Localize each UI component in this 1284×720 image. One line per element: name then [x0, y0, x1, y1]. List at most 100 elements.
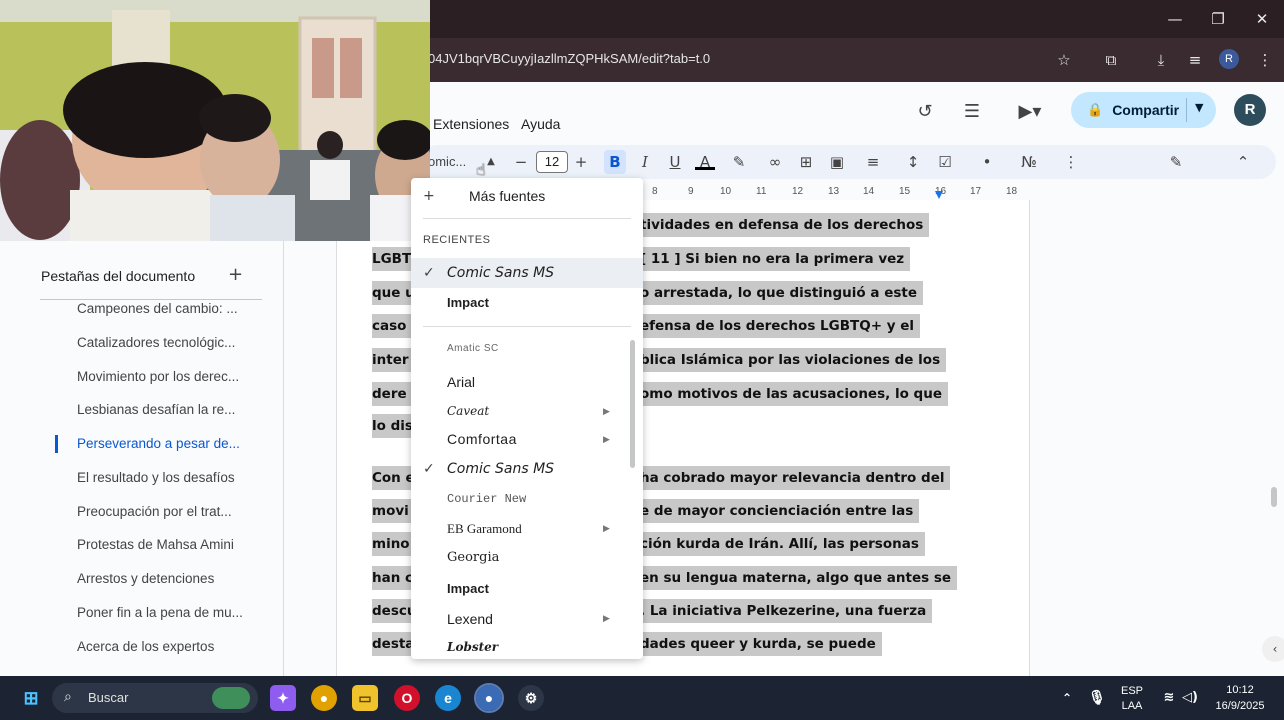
highlight-icon[interactable]: ✎ [728, 150, 750, 174]
font-option[interactable]: Lobster [447, 640, 498, 654]
doc-text-line[interactable]: efensa de los derechos LGBTQ+ y el [640, 314, 921, 338]
text-color-button[interactable]: A [694, 150, 716, 174]
link-icon[interactable]: ∞ [764, 150, 786, 174]
outline-item[interactable]: Acerca de los expertos [77, 639, 214, 654]
edge-icon[interactable]: e [435, 685, 461, 711]
restore-icon[interactable]: ❐ [1207, 8, 1229, 30]
outline-item[interactable]: Preocupación por el trat... [77, 504, 232, 519]
doc-text-line[interactable]: . La iniciativa Pelkezerine, una fuerza [640, 599, 933, 623]
doc-text-line[interactable]: blica Islámica por las violaciones de lo… [640, 348, 947, 372]
outline-item[interactable]: Catalizadores tecnológic... [77, 335, 235, 350]
add-tab-icon[interactable]: + [228, 264, 243, 285]
font-option[interactable]: Comfortaa [447, 431, 517, 447]
language-top[interactable]: ESP [1117, 685, 1147, 697]
font-option[interactable]: Impact [447, 581, 489, 596]
editing-mode-icon[interactable]: ✎ [1165, 150, 1187, 174]
font-selector[interactable]: omic... [428, 154, 466, 169]
more-options-icon[interactable]: ⋮ [1060, 150, 1082, 174]
outline-item[interactable]: Movimiento por los derec... [77, 369, 239, 384]
chrome-active-icon[interactable]: ● [474, 683, 504, 713]
clock-time[interactable]: 10:12 [1208, 684, 1272, 696]
doc-text-line[interactable]: e de mayor concienciación entre las [640, 499, 920, 523]
taskbar-search[interactable]: ⌕ Buscar [52, 683, 258, 713]
media-icon[interactable]: ≡ [1184, 49, 1206, 71]
doc-text-line[interactable]: mino [372, 532, 416, 556]
font-option[interactable]: Lexend [447, 611, 493, 627]
line-spacing-icon[interactable]: ↕ [902, 150, 924, 174]
outline-item[interactable]: Lesbianas desafían la re... [77, 402, 235, 417]
increase-size-icon[interactable]: + [570, 150, 592, 174]
menu-extensiones[interactable]: Extensiones [433, 116, 509, 132]
close-icon[interactable]: ✕ [1251, 8, 1273, 30]
align-icon[interactable]: ≡ [862, 150, 884, 174]
comments-icon[interactable]: ☰ [959, 99, 985, 125]
start-icon[interactable]: ⊞ [18, 685, 44, 711]
outline-item[interactable]: Arrestos y detenciones [77, 571, 214, 586]
chrome-icon[interactable]: ● [311, 685, 337, 711]
menu-ayuda[interactable]: Ayuda [521, 116, 560, 132]
outline-item[interactable]: Campeones del cambio: ... [77, 301, 238, 316]
opera-icon[interactable]: O [394, 685, 420, 711]
extensions-icon[interactable]: ⧉ [1100, 49, 1122, 71]
font-option[interactable]: Georgia [447, 550, 499, 565]
bookmark-star-icon[interactable]: ☆ [1053, 49, 1075, 71]
doc-text-line[interactable]: tividades en defensa de los derechos [640, 213, 930, 237]
outline-item-active[interactable]: Perseverando a pesar de... [77, 436, 240, 451]
account-avatar[interactable]: R [1234, 94, 1266, 126]
font-option[interactable]: EB Garamond [447, 521, 522, 537]
bullet-list-icon[interactable]: • [976, 150, 998, 174]
decrease-size-icon[interactable]: − [510, 150, 532, 174]
doc-text-line[interactable]: ha cobrado mayor relevancia dentro del [640, 466, 951, 490]
doc-text-line[interactable]: en su lengua materna, algo que antes se [640, 566, 958, 590]
minimize-icon[interactable]: — [1164, 8, 1186, 30]
app-icon[interactable]: ⚙ [518, 685, 544, 711]
share-button[interactable]: 🔒 Compartir ▼ [1071, 92, 1216, 128]
doc-text-line[interactable]: [ 11 ] Si bien no era la primera vez [640, 247, 911, 271]
clock-date[interactable]: 16/9/2025 [1208, 700, 1272, 712]
language-bottom[interactable]: LAA [1117, 700, 1147, 712]
doc-text-line[interactable]: omo motivos de las acusaciones, lo que [640, 382, 948, 406]
collapse-toolbar-icon[interactable]: ⌃ [1232, 150, 1254, 174]
microphone-icon[interactable]: 🎙 [1084, 685, 1110, 711]
volume-icon[interactable]: ◁) [1177, 685, 1203, 711]
numbered-list-icon[interactable]: № [1018, 150, 1040, 174]
menu-scrollbar[interactable] [630, 340, 635, 468]
outline-item[interactable]: El resultado y los desafíos [77, 470, 235, 485]
font-size-input[interactable]: 12 [536, 151, 568, 173]
add-comment-icon[interactable]: ⊞ [795, 150, 817, 174]
side-panel-toggle-icon[interactable]: ‹ [1262, 636, 1284, 662]
outline-item[interactable]: Poner fin a la pena de mu... [77, 605, 243, 620]
font-option[interactable]: Arial [447, 374, 475, 390]
copilot-icon[interactable]: ✦ [270, 685, 296, 711]
doc-text-line[interactable]: dades queer y kurda, se puede [640, 632, 882, 656]
bold-button[interactable]: B [604, 150, 626, 174]
font-option[interactable]: Courier New [447, 492, 526, 506]
meet-icon[interactable]: ▶▾ [1010, 99, 1050, 125]
font-option[interactable]: Comic Sans MS [447, 265, 554, 281]
outline-item[interactable]: Protestas de Mahsa Amini [77, 537, 234, 552]
doc-text-line[interactable]: o arrestada, lo que distinguió a este [640, 281, 923, 305]
doc-text-line[interactable]: dere [372, 382, 413, 406]
font-option[interactable]: Comic Sans MS [447, 461, 554, 477]
doc-text-line[interactable]: inter [372, 348, 415, 372]
history-icon[interactable]: ↺ [912, 99, 938, 125]
page-scrollbar[interactable] [1271, 487, 1277, 507]
doc-text-line[interactable]: caso [372, 314, 413, 338]
doc-text-line[interactable]: ción kurda de Irán. Allí, las personas [640, 532, 925, 556]
tray-chevron-icon[interactable]: ⌃ [1054, 685, 1080, 711]
url-text[interactable]: 04JV1bqrVBCuyyjIazllmZQPHkSAM/edit?tab=t… [428, 51, 710, 66]
more-fonts-item[interactable]: Más fuentes [469, 188, 545, 204]
browser-profile-avatar[interactable]: R [1219, 49, 1239, 69]
font-option[interactable]: Caveat [447, 404, 489, 418]
underline-button[interactable]: U [664, 150, 686, 174]
font-option[interactable]: Impact [447, 295, 489, 310]
file-explorer-icon[interactable]: ▭ [352, 685, 378, 711]
italic-button[interactable]: I [634, 150, 656, 174]
browser-menu-icon[interactable]: ⋮ [1254, 49, 1276, 71]
chevron-down-icon[interactable]: ▼ [1195, 101, 1203, 114]
doc-text-line[interactable]: movi [372, 499, 415, 523]
image-icon[interactable]: ▣ [826, 150, 848, 174]
checklist-icon[interactable]: ☑ [934, 150, 956, 174]
font-option[interactable]: Amatic SC [447, 343, 499, 354]
download-icon[interactable]: ⤓ [1150, 49, 1172, 71]
